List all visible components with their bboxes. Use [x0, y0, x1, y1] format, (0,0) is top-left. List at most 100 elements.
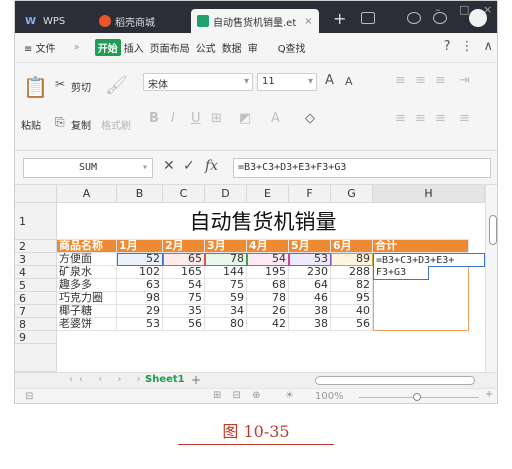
vertical-scrollbar[interactable]	[485, 185, 497, 372]
table-cell-name[interactable]: 椰子糖	[57, 305, 117, 318]
column-header-e[interactable]: E	[247, 185, 289, 203]
align-center-icon[interactable]: ≡	[415, 111, 426, 126]
table-cell[interactable]: 38	[289, 305, 331, 318]
collapse-ribbon-icon[interactable]: ∧	[483, 39, 493, 54]
skin-icon[interactable]	[407, 12, 421, 24]
clear-icon[interactable]: ◇	[305, 111, 315, 126]
align-left-icon[interactable]: ≡	[395, 111, 406, 126]
cell-editor-line2[interactable]: F3+G3	[373, 266, 429, 280]
eye-protection-icon[interactable]: ☀	[285, 390, 294, 401]
increase-font-icon[interactable]: A	[325, 73, 334, 88]
tab-wps-home[interactable]: W WPS	[19, 9, 71, 33]
formula-input[interactable]: =B3+C3+D3+E3+F3+G3	[233, 158, 491, 178]
header-cell-feb[interactable]: 2月	[163, 240, 205, 253]
paste-icon[interactable]: 📋	[23, 75, 48, 99]
fill-color-icon[interactable]: ◩	[239, 111, 251, 126]
new-tab-button[interactable]: +	[333, 11, 346, 27]
align-middle-icon[interactable]: ≡	[415, 73, 426, 88]
table-cell[interactable]: 144	[205, 266, 247, 279]
column-header-c[interactable]: C	[163, 185, 205, 203]
row-header-4[interactable]: 4	[15, 266, 57, 279]
font-color-icon[interactable]: A	[271, 111, 280, 126]
table-cell[interactable]: 63	[117, 279, 163, 292]
indent-icon[interactable]: ⇥	[459, 73, 470, 88]
table-cell[interactable]: 29	[117, 305, 163, 318]
scissors-icon[interactable]: ✂	[55, 77, 65, 91]
align-bottom-icon[interactable]: ≡	[435, 73, 446, 88]
bold-icon[interactable]: B	[149, 111, 159, 126]
view-mode-icons[interactable]: ⊞ ⊟ ⊕	[213, 390, 265, 401]
table-cell[interactable]: 102	[117, 266, 163, 279]
avatar[interactable]	[469, 9, 487, 27]
table-cell[interactable]: 75	[163, 292, 205, 305]
menu-file[interactable]: ≡ 文件	[21, 40, 59, 55]
cancel-icon[interactable]: ✕	[163, 158, 175, 174]
zoom-level[interactable]: 100%	[315, 391, 344, 402]
table-cell[interactable]: 56	[163, 318, 205, 331]
column-header-b[interactable]: B	[117, 185, 163, 203]
cut-button[interactable]: 剪切	[71, 79, 91, 94]
table-cell-name[interactable]: 巧克力圈	[57, 292, 117, 305]
table-cell[interactable]: 75	[205, 279, 247, 292]
column-header-f[interactable]: F	[289, 185, 331, 203]
copy-icon[interactable]: ⎘	[55, 115, 65, 130]
row-header-8[interactable]: 8	[15, 318, 57, 331]
decrease-font-icon[interactable]: A	[345, 75, 353, 88]
table-cell[interactable]: 195	[247, 266, 289, 279]
table-cell[interactable]: 46	[289, 292, 331, 305]
menu-formulas[interactable]: 公式	[193, 40, 219, 55]
table-cell[interactable]: 42	[247, 318, 289, 331]
table-cell[interactable]: 82	[331, 279, 373, 292]
table-cell[interactable]: 35	[163, 305, 205, 318]
table-cell[interactable]: 26	[247, 305, 289, 318]
close-tab-icon[interactable]: ×	[304, 16, 312, 27]
status-icon[interactable]: ⊟	[25, 391, 33, 402]
table-cell-name[interactable]: 老婆饼	[57, 318, 117, 331]
table-cell[interactable]: 288	[331, 266, 373, 279]
header-cell-jan[interactable]: 1月	[117, 240, 163, 253]
menu-insert[interactable]: 插入	[121, 40, 147, 55]
layout-icon[interactable]	[361, 12, 375, 24]
border-icon[interactable]: ⊞	[211, 111, 222, 126]
table-cell-name[interactable]: 矿泉水	[57, 266, 117, 279]
header-cell-apr[interactable]: 4月	[247, 240, 289, 253]
row-header-1[interactable]: 1	[15, 203, 57, 240]
name-box[interactable]: SUM ▾	[23, 158, 153, 178]
row-header-6[interactable]: 6	[15, 292, 57, 305]
row-header-3[interactable]: 3	[15, 253, 57, 266]
format-painter-button[interactable]: 格式刷	[101, 117, 131, 132]
table-cell[interactable]: 53	[117, 318, 163, 331]
horizontal-scrollbar[interactable]	[315, 376, 475, 385]
help-icon[interactable]: ?	[444, 39, 451, 54]
row-header-5[interactable]: 5	[15, 279, 57, 292]
copy-button[interactable]: 复制	[71, 117, 91, 132]
table-cell[interactable]: 34	[205, 305, 247, 318]
column-header-g[interactable]: G	[331, 185, 373, 203]
justify-icon[interactable]: ≡	[459, 111, 470, 126]
table-cell[interactable]: 38	[289, 318, 331, 331]
sheet-title[interactable]: 自动售货机销量	[57, 204, 469, 240]
shirt-icon[interactable]	[433, 12, 447, 24]
row-header-9[interactable]: 9	[15, 331, 57, 344]
tab-daoke-store[interactable]: 稻壳商城	[93, 9, 161, 33]
column-header-a[interactable]: A	[57, 185, 117, 203]
menu-page-layout[interactable]: 页面布局	[147, 40, 193, 55]
add-sheet-button[interactable]: +	[191, 373, 201, 387]
table-cell[interactable]: 95	[331, 292, 373, 305]
cell-editor-line1[interactable]: =B3+C3+D3+E3+	[373, 253, 485, 267]
menu-data[interactable]: 数据	[219, 40, 245, 55]
font-name-select[interactable]: 宋体 ▾	[143, 73, 253, 91]
header-cell-mar[interactable]: 3月	[205, 240, 247, 253]
table-cell[interactable]: 68	[247, 279, 289, 292]
font-size-select[interactable]: 11 ▾	[257, 73, 317, 91]
table-cell-name[interactable]: 方便面	[57, 253, 117, 266]
header-cell-name[interactable]: 商品名称	[57, 240, 117, 253]
select-all-corner[interactable]	[15, 185, 57, 203]
maximize-button[interactable]: □	[459, 3, 469, 16]
menu-more[interactable]: »	[71, 42, 83, 53]
more-icon[interactable]: ⋮	[460, 39, 473, 54]
table-cell[interactable]: 78	[247, 292, 289, 305]
table-cell[interactable]: 230	[289, 266, 331, 279]
row-header-2[interactable]: 2	[15, 240, 57, 253]
function-icon[interactable]: fx	[205, 158, 218, 174]
